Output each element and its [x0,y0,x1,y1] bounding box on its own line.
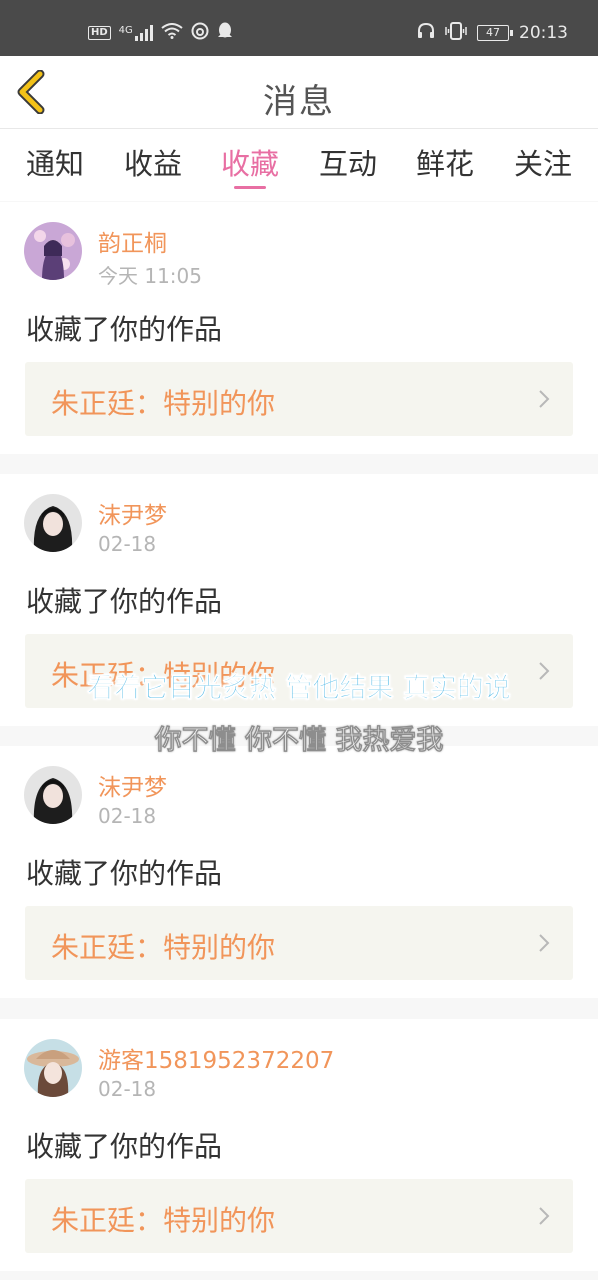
lyric-line-2: 你不懂 你不懂 我热爱我 [154,725,444,757]
chevron-right-icon [539,934,550,952]
tab-following[interactable]: 关注 [503,141,583,183]
tab-interactions[interactable]: 互动 [308,141,388,183]
username[interactable]: 沫尹梦 [98,496,167,530]
top-nav-bar: 消息 [0,56,598,129]
action-text: 收藏了你的作品 [26,585,223,618]
work-link[interactable]: 朱正廷：特别的你 [25,906,573,980]
status-bar-left: HD 4G [88,22,233,44]
message-card[interactable]: 游客1581952372207 02-18 收藏了你的作品 朱正廷：特别的你 [0,1019,598,1271]
action-text: 收藏了你的作品 [26,857,223,890]
work-link[interactable]: 朱正廷：特别的你 [25,362,573,436]
message-card[interactable]: 韵正桐 今天 11:05 收藏了你的作品 朱正廷：特别的你 [0,202,598,454]
active-tab-indicator [234,186,266,189]
timestamp: 02-18 [98,1077,157,1101]
username[interactable]: 游客1581952372207 [98,1041,334,1075]
action-text: 收藏了你的作品 [26,313,223,346]
tab-flowers[interactable]: 鲜花 [405,141,485,183]
vibrate-icon [445,22,467,44]
battery-icon: 47 [477,25,513,41]
qq-icon [217,22,233,44]
wifi-icon [161,23,183,43]
work-link[interactable]: 朱正廷：特别的你 [25,1179,573,1253]
action-text: 收藏了你的作品 [26,1130,223,1163]
avatar[interactable] [24,494,82,552]
headset-icon [417,22,435,44]
message-card[interactable]: 沫尹梦 02-18 收藏了你的作品 朱正廷：特别的你 [0,746,598,998]
hd-badge: HD [88,26,111,40]
avatar[interactable] [24,766,82,824]
work-title: 朱正廷：特别的你 [51,931,276,964]
page-title: 消息 [263,82,335,122]
work-title: 朱正廷：特别的你 [51,1204,276,1237]
chevron-right-icon [539,390,550,408]
status-bar-right: 47 20:13 [417,22,568,44]
chevron-right-icon [539,1207,550,1225]
username[interactable]: 韵正桐 [98,224,167,258]
tab-earnings[interactable]: 收益 [113,141,193,183]
tab-notifications[interactable]: 通知 [15,141,95,183]
signal-icon: 4G [119,25,153,41]
timestamp: 02-18 [98,532,157,556]
timestamp: 今天 11:05 [98,264,202,288]
lyric-line-1: 看着它目光炙热 管他结果 真实的说 [87,673,511,705]
avatar[interactable] [24,222,82,280]
tab-bar: 通知 收益 收藏 互动 鲜花 关注 [0,129,598,201]
clock: 20:13 [519,23,568,43]
network-type: 4G [118,25,133,36]
status-bar: HD 4G 47 20:13 [0,0,598,56]
work-title: 朱正廷：特别的你 [51,387,276,420]
timestamp: 02-18 [98,804,157,828]
username[interactable]: 沫尹梦 [98,768,167,802]
netease-music-icon [191,22,209,44]
avatar[interactable] [24,1039,82,1097]
tab-favorites[interactable]: 收藏 [210,141,290,183]
